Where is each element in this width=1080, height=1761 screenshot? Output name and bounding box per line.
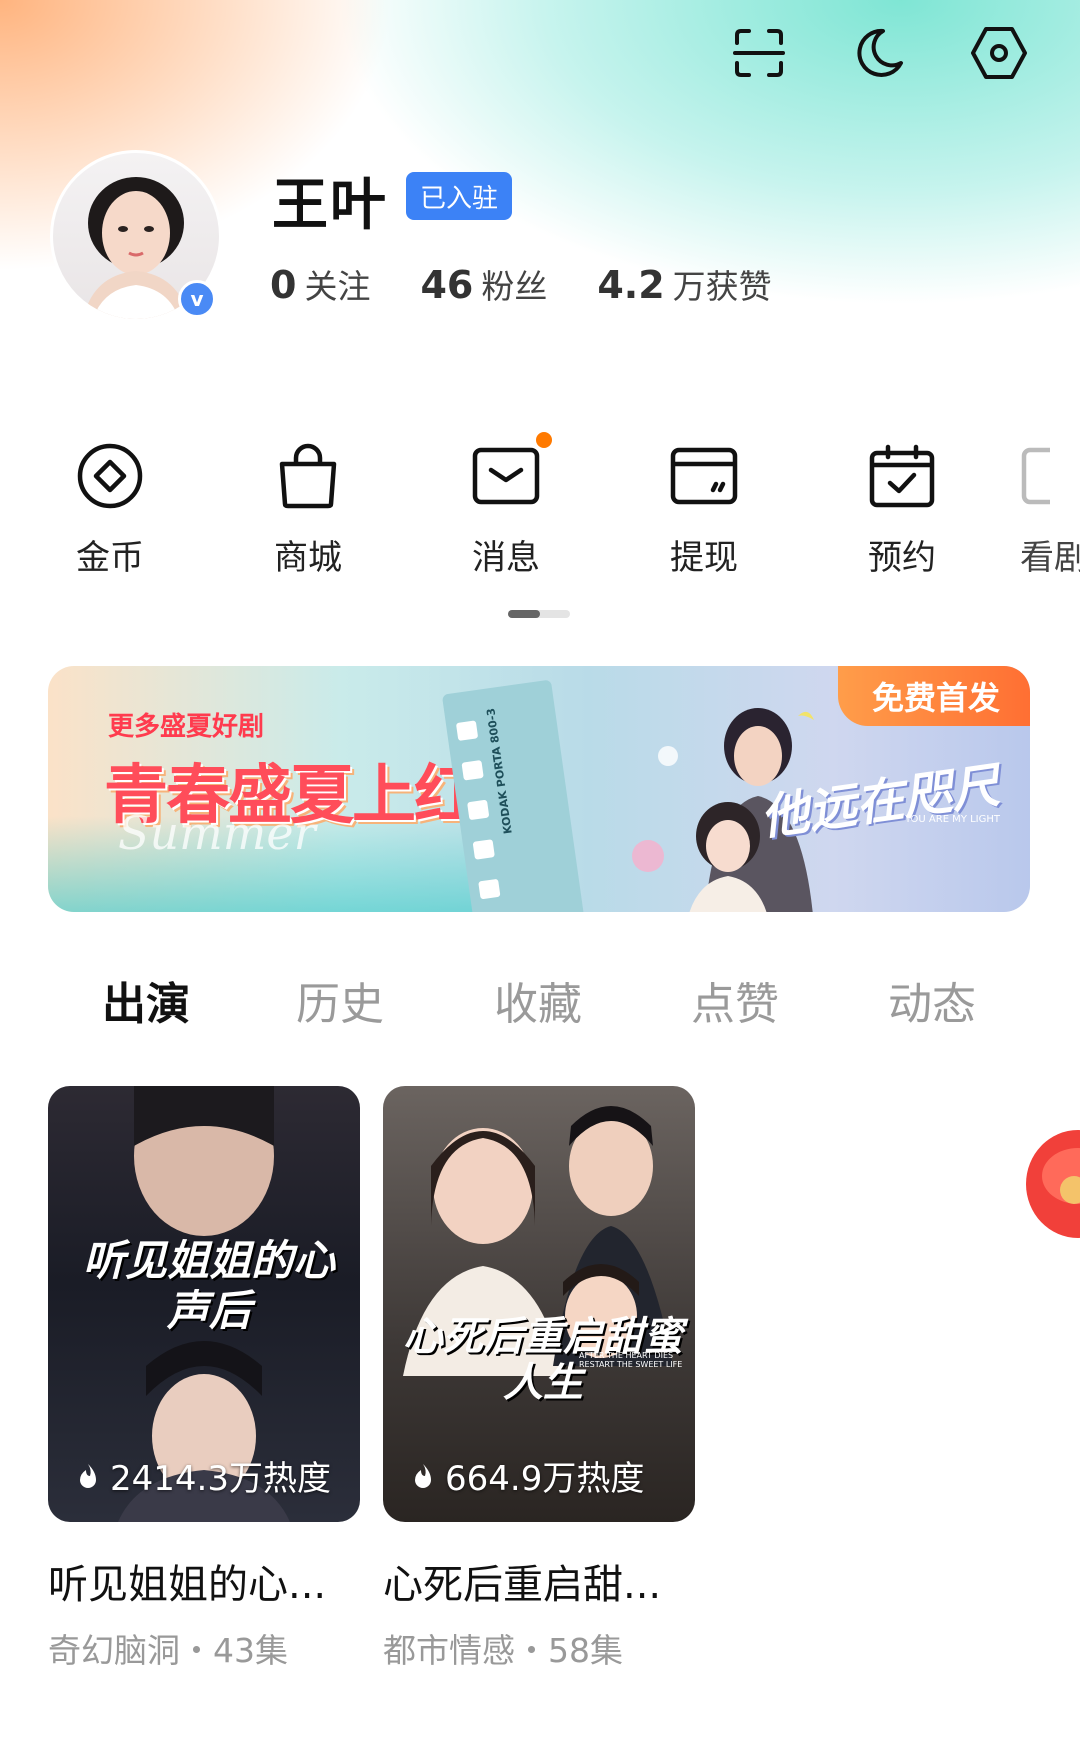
poster-title: 听见姐姐的心声后: [82, 1236, 335, 1336]
settled-badge[interactable]: 已入驻: [406, 172, 513, 220]
followers-count: 46: [420, 263, 474, 307]
drama-meta: 都市情感・58集: [383, 1631, 623, 1670]
content-tabs: 出演 历史 收藏 点赞 动态: [0, 968, 1080, 1048]
likes-stat[interactable]: 4.2 万获赞: [597, 260, 771, 308]
drama-title[interactable]: 听见姐姐的心...: [48, 1552, 360, 1610]
tab-favorites[interactable]: 收藏: [478, 968, 598, 1032]
quick-action-mall[interactable]: 商城: [238, 436, 378, 579]
quick-action-label: 金币: [76, 538, 144, 578]
watch-icon: [1020, 436, 1080, 516]
likes-count: 4.2: [597, 263, 665, 307]
flame-icon: [415, 1463, 431, 1488]
moon-icon[interactable]: [848, 22, 910, 84]
drama-card[interactable]: 听见姐姐的心声后 2414.3万热度 听见姐姐的心... 奇幻脑洞・43集: [48, 1086, 360, 1672]
free-premiere-badge: 免费首发: [837, 666, 1030, 726]
drama-title[interactable]: 心死后重启甜...: [383, 1552, 695, 1610]
heat-value: 2414.3万热度: [110, 1459, 331, 1499]
quick-action-reservation[interactable]: 预约: [832, 436, 972, 579]
quick-action-messages[interactable]: 消息: [436, 432, 576, 579]
drama-poster[interactable]: 听见姐姐的心声后 2414.3万热度: [48, 1086, 360, 1522]
banner-subtitle: 更多盛夏好剧: [108, 712, 265, 742]
top-toolbar: [728, 22, 1030, 84]
quick-action-withdraw[interactable]: 提现: [634, 436, 774, 579]
drama-poster[interactable]: 心死后重启甜蜜人生 AFTER THE HEART DIES RESTART T…: [383, 1086, 695, 1522]
heat-value: 664.9万热度: [445, 1459, 645, 1499]
quick-action-watch[interactable]: 看剧: [1020, 436, 1080, 579]
following-stat[interactable]: 0 关注: [270, 260, 370, 308]
quick-actions-pager: [508, 610, 570, 618]
verified-badge: v: [178, 280, 216, 318]
quick-action-label: 看剧: [1020, 538, 1080, 578]
film-hole: [467, 799, 490, 821]
tab-likes[interactable]: 点赞: [675, 968, 795, 1032]
quick-action-label: 预约: [868, 538, 936, 578]
poster-subtitle: AFTER THE HEART DIES RESTART THE SWEET L…: [579, 1351, 683, 1369]
tab-activity[interactable]: 动态: [872, 968, 992, 1032]
likes-label: 万获赞: [672, 267, 772, 306]
scan-icon[interactable]: [728, 22, 790, 84]
film-hole: [455, 720, 479, 741]
quick-action-label: 提现: [670, 538, 738, 578]
message-icon: [466, 432, 552, 516]
drama-meta: 奇幻脑洞・43集: [48, 1631, 288, 1670]
film-hole: [478, 878, 501, 900]
heat-indicator: 664.9万热度: [411, 1451, 644, 1500]
banner-drama-subtitle: YOU ARE MY LIGHT: [904, 814, 1000, 825]
heat-indicator: 2414.3万热度: [76, 1451, 331, 1500]
settings-icon[interactable]: [968, 22, 1030, 84]
username: 王叶: [272, 173, 388, 238]
followers-label: 粉丝: [481, 267, 548, 306]
tab-history[interactable]: 历史: [280, 968, 400, 1032]
calendar-check-icon: [862, 436, 942, 516]
profile-stats: 0 关注 46 粉丝 4.2 万获赞: [270, 260, 772, 308]
coin-icon: [70, 436, 150, 516]
following-count: 0: [270, 263, 297, 307]
pager-indicator: [508, 610, 540, 618]
drama-card[interactable]: 心死后重启甜蜜人生 AFTER THE HEART DIES RESTART T…: [383, 1086, 695, 1672]
film-hole: [472, 839, 495, 860]
quick-action-coins[interactable]: 金币: [40, 436, 180, 579]
flame-icon: [80, 1463, 96, 1488]
banner-script: Summer: [118, 806, 316, 860]
wallet-icon: [664, 436, 744, 516]
notification-dot: [536, 432, 552, 448]
quick-actions: 金币 商城 消息 提现 预约 看剧: [0, 432, 1080, 586]
following-label: 关注: [304, 267, 371, 306]
followers-stat[interactable]: 46 粉丝: [420, 260, 547, 308]
promo-banner[interactable]: 更多盛夏好剧 青春盛夏上红果 Summer KODAK PORTA 800-3 …: [48, 666, 1030, 912]
shopping-bag-icon: [268, 436, 348, 516]
quick-action-label: 消息: [472, 538, 540, 578]
quick-action-label: 商城: [274, 538, 342, 578]
tab-performances[interactable]: 出演: [86, 968, 206, 1032]
film-hole: [461, 759, 484, 781]
red-packet-icon[interactable]: [1018, 1120, 1080, 1250]
